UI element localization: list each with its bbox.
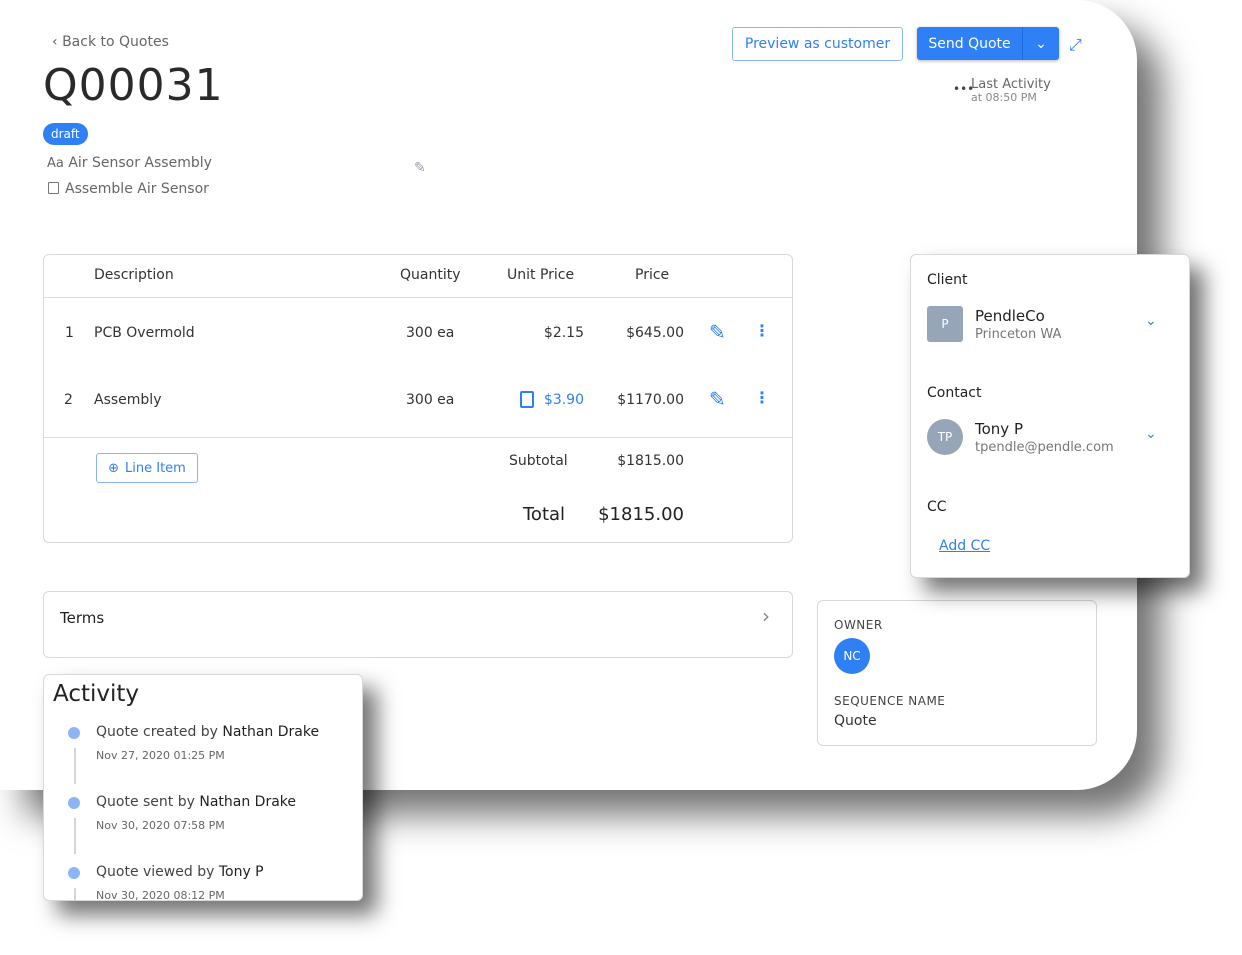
contact-avatar: TP — [927, 419, 963, 455]
chevron-right-icon[interactable]: › — [762, 604, 770, 628]
table-row: 1 PCB Overmold 300 ea $2.15 $645.00 ✎ ⋮ — [44, 315, 792, 351]
timeline-line — [74, 888, 76, 900]
kebab-menu-icon[interactable]: ⋮ — [754, 321, 770, 340]
column-header: Price — [635, 267, 670, 283]
table-row: 2 Assembly 300 ea $3.90 $1170.00 ✎ ⋮ — [44, 382, 792, 418]
row-description: Assembly — [94, 392, 162, 408]
back-link[interactable]: ‹ Back to Quotes — [52, 34, 169, 50]
divider — [44, 297, 792, 298]
last-activity-time: at 08:50 PM — [971, 91, 1037, 104]
terms-section[interactable]: Terms › — [43, 591, 793, 658]
timeline-line — [74, 748, 76, 784]
edit-icon[interactable]: ✎ — [709, 320, 726, 344]
column-header: Quantity — [400, 267, 461, 283]
cc-label: CC — [927, 499, 947, 515]
chevron-down-icon[interactable]: ⌄ — [1023, 27, 1059, 60]
activity-title: Activity — [53, 681, 140, 707]
timeline-dot — [68, 797, 80, 809]
add-line-item-button[interactable]: ⊕ Line Item — [96, 453, 198, 483]
row-unit-price[interactable]: $3.90 — [544, 392, 584, 408]
activity-card: Activity Quote created by Nathan Drake N… — [43, 674, 363, 901]
contact-email: tpendle@pendle.com — [975, 440, 1114, 455]
text-icon: Aa — [47, 156, 64, 171]
status-badge: draft — [43, 123, 88, 145]
row-price: $1170.00 — [617, 392, 684, 408]
activity-text: Quote sent by — [96, 794, 195, 810]
line-items-table: Description Quantity Unit Price Price 1 … — [43, 254, 793, 543]
chevron-left-icon: ‹ — [52, 34, 63, 50]
send-quote-button[interactable]: Send Quote ⌄ — [917, 27, 1059, 60]
owner-avatar[interactable]: NC — [834, 638, 870, 674]
last-activity-label: Last Activity — [971, 77, 1051, 92]
client-label: Client — [927, 272, 968, 288]
add-cc-link[interactable]: Add CC — [939, 538, 990, 554]
activity-actor: Nathan Drake — [199, 794, 297, 810]
plus-circle-icon: ⊕ — [108, 460, 120, 476]
row-unit-price: $2.15 — [543, 325, 584, 341]
activity-actor: Nathan Drake — [222, 724, 320, 740]
client-name: PendleCo — [975, 307, 1045, 325]
timeline-dot — [68, 867, 80, 879]
send-quote-label[interactable]: Send Quote — [917, 27, 1023, 60]
row-number: 2 — [64, 392, 73, 408]
page-title: Q00031 — [43, 60, 224, 111]
activity-item: Quote viewed by Tony P — [96, 864, 264, 880]
contact-name: Tony P — [975, 420, 1023, 438]
edit-icon[interactable]: ✎ — [414, 160, 426, 176]
client-card: Client P PendleCo Princeton WA ⌄ Contact… — [910, 254, 1190, 578]
expand-icon[interactable]: ⤢ — [1069, 35, 1082, 55]
row-number: 1 — [65, 325, 74, 341]
column-header: Unit Price — [507, 267, 575, 283]
activity-date: Nov 30, 2020 08:12 PM — [96, 889, 225, 901]
column-header: Description — [94, 267, 174, 283]
kebab-menu-icon[interactable]: ⋮ — [754, 388, 770, 407]
chevron-down-icon[interactable]: ⌄ — [1145, 426, 1157, 442]
terms-label: Terms — [60, 609, 105, 627]
contact-label: Contact — [927, 385, 982, 401]
activity-item: Quote sent by Nathan Drake — [96, 794, 296, 810]
subtotal-label: Subtotal — [509, 453, 568, 469]
timeline-line — [74, 818, 76, 854]
subtotal-value: $1815.00 — [617, 453, 684, 469]
activity-text: Quote viewed by — [96, 864, 215, 880]
activity-text: Quote created by — [96, 724, 218, 740]
timeline-dot — [68, 727, 80, 739]
edit-icon[interactable]: ✎ — [709, 387, 726, 411]
row-quantity: 300 ea — [406, 325, 455, 341]
client-location: Princeton WA — [975, 327, 1062, 342]
row-quantity: 300 ea — [406, 392, 455, 408]
owner-label: OWNER — [834, 618, 883, 632]
sequence-label: SEQUENCE NAME — [834, 694, 946, 708]
quote-name: Aa Air Sensor Assembly — [47, 155, 212, 171]
activity-item: Quote created by Nathan Drake — [96, 724, 319, 740]
owner-card: OWNER NC SEQUENCE NAME Quote — [817, 600, 1097, 746]
row-description: PCB Overmold — [94, 325, 195, 341]
activity-date: Nov 27, 2020 01:25 PM — [96, 749, 225, 762]
calculator-icon[interactable] — [520, 391, 534, 408]
preview-button[interactable]: Preview as customer — [732, 27, 903, 61]
total-value: $1815.00 — [598, 504, 684, 525]
quote-description: Assemble Air Sensor — [48, 181, 209, 197]
activity-actor: Tony P — [218, 864, 264, 880]
divider — [44, 437, 792, 438]
note-icon — [48, 182, 59, 194]
row-price: $645.00 — [626, 325, 684, 341]
total-label: Total — [523, 504, 566, 525]
chevron-down-icon[interactable]: ⌄ — [1145, 313, 1157, 329]
sequence-name: Quote — [834, 713, 877, 729]
activity-date: Nov 30, 2020 07:58 PM — [96, 819, 225, 832]
client-avatar: P — [927, 306, 963, 342]
